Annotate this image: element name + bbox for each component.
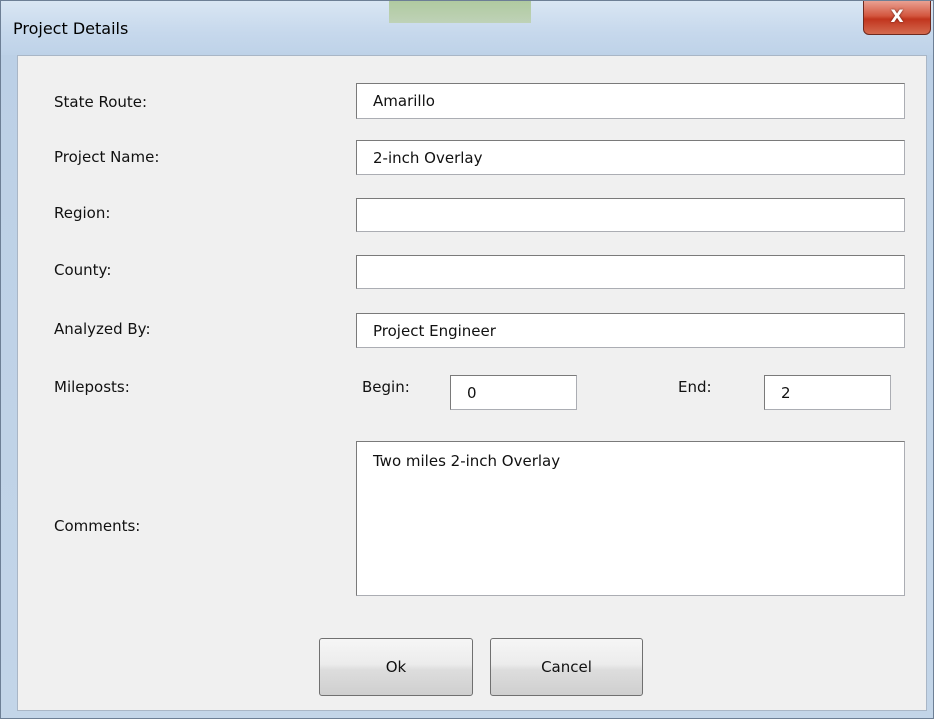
comments-label: Comments:: [54, 517, 141, 535]
project-name-label: Project Name:: [54, 148, 160, 166]
county-input[interactable]: [356, 255, 905, 289]
begin-label: Begin:: [362, 378, 410, 396]
end-milepost-input[interactable]: [764, 375, 891, 410]
close-icon: X: [890, 7, 904, 27]
title-bar-background-decoration: [389, 1, 531, 23]
region-label: Region:: [54, 204, 111, 222]
analyzed-by-input[interactable]: [356, 313, 905, 348]
begin-milepost-input[interactable]: [450, 375, 577, 410]
state-route-input[interactable]: [356, 83, 905, 119]
region-input[interactable]: [356, 198, 905, 232]
mileposts-label: Mileposts:: [54, 378, 130, 396]
dialog-title: Project Details: [13, 19, 129, 38]
comments-textarea[interactable]: Two miles 2-inch Overlay: [356, 441, 905, 596]
dialog-body: State Route: Project Name: Region: Count…: [17, 55, 927, 711]
close-button[interactable]: X: [863, 1, 931, 35]
end-label: End:: [678, 378, 712, 396]
project-details-dialog: Project Details X State Route: Project N…: [0, 0, 934, 719]
state-route-label: State Route:: [54, 93, 148, 111]
cancel-button[interactable]: Cancel: [490, 638, 643, 696]
title-bar[interactable]: Project Details X: [1, 1, 933, 55]
county-label: County:: [54, 261, 112, 279]
ok-button[interactable]: Ok: [319, 638, 473, 696]
analyzed-by-label: Analyzed By:: [54, 320, 151, 338]
project-name-input[interactable]: [356, 140, 905, 175]
